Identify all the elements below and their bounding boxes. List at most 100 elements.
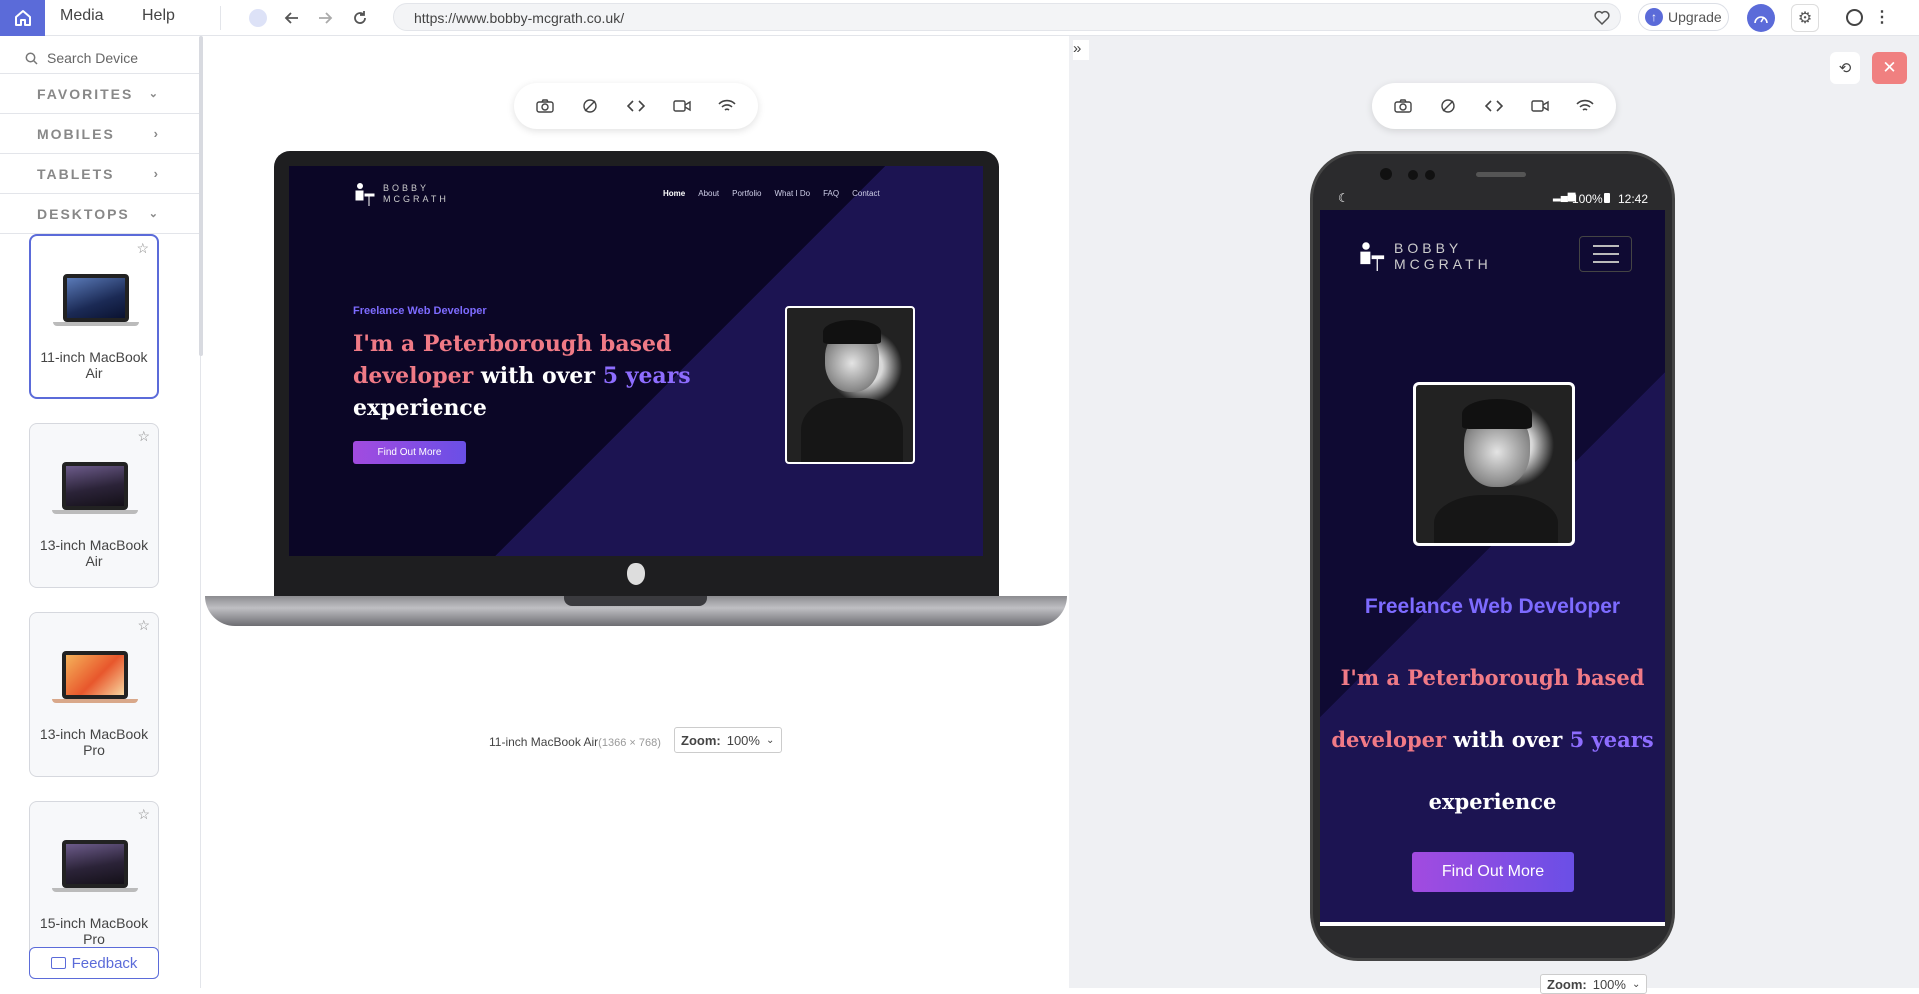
laptop-hinge <box>564 596 707 606</box>
close-button[interactable]: ✕ <box>1872 52 1907 84</box>
hamburger-menu-button[interactable] <box>1579 236 1632 272</box>
chevron-right-icon: › <box>153 126 160 141</box>
category-label: FAVORITES <box>37 85 134 102</box>
device-card-11-macbook-air[interactable]: ☆ 11-inch MacBook Air <box>29 234 159 399</box>
upgrade-icon: ↑ <box>1645 8 1663 26</box>
device-card-13-macbook-pro[interactable]: ☆ 13-inch MacBook Pro <box>29 612 159 777</box>
record-button[interactable] <box>1520 86 1560 126</box>
devtools-button[interactable] <box>1474 86 1514 126</box>
find-out-more-button[interactable]: Find Out More <box>1412 852 1574 892</box>
laptop-thumbnail <box>52 462 138 524</box>
laptop-thumbnail <box>53 274 139 336</box>
nav-home[interactable]: Home <box>663 189 685 198</box>
menu-help[interactable]: Help <box>142 7 175 25</box>
logo-line2: MCGRATH <box>1394 256 1492 272</box>
zoom-label: Zoom: <box>1547 976 1587 992</box>
site-logo[interactable]: BOBBY MCGRATH <box>353 182 449 206</box>
nav-faq[interactable]: FAQ <box>823 189 839 198</box>
category-favorites[interactable]: FAVORITES ⌄ <box>0 74 200 114</box>
star-icon[interactable]: ☆ <box>136 240 149 257</box>
video-icon <box>1530 100 1549 112</box>
record-button[interactable] <box>662 86 702 126</box>
back-arrow-icon[interactable] <box>281 7 303 29</box>
network-button[interactable] <box>707 86 747 126</box>
rotate-button[interactable] <box>1428 86 1468 126</box>
logo-line1: BOBBY <box>383 183 430 193</box>
chevron-right-icon: › <box>153 166 160 181</box>
find-out-more-button[interactable]: Find Out More <box>353 441 466 464</box>
sidebar-scrollbar[interactable] <box>199 36 203 356</box>
search-input[interactable]: Search Device <box>47 50 138 66</box>
forward-arrow-icon[interactable] <box>314 7 336 29</box>
device-resolution: (1366 × 768) <box>598 737 661 749</box>
laptop-device-label: 11-inch MacBook Air(1366 × 768) <box>489 735 661 749</box>
star-icon[interactable]: ☆ <box>137 617 150 634</box>
divider <box>220 6 221 30</box>
reload-icon[interactable] <box>349 7 371 29</box>
profile-icon[interactable] <box>1846 9 1863 26</box>
phone-viewport[interactable]: BOBBY MCGRATH Freelance Web Developer I'… <box>1320 210 1665 922</box>
more-menu-icon[interactable]: ⋮ <box>1874 7 1890 27</box>
headline-part: experience <box>1428 789 1557 814</box>
headline-part: with over <box>480 363 596 389</box>
site-logo[interactable]: BOBBY MCGRATH <box>1357 240 1492 272</box>
device-name-label: 11-inch MacBook Air <box>489 735 599 749</box>
device-card-13-macbook-air[interactable]: ☆ 13-inch MacBook Air <box>29 423 159 588</box>
device-card-15-macbook-pro[interactable]: ☆ 15-inch MacBook Pro <box>29 801 159 966</box>
nav-portfolio[interactable]: Portfolio <box>732 189 761 198</box>
logo-line2: MCGRATH <box>383 194 449 204</box>
settings-icon[interactable]: ⚙ <box>1791 4 1819 32</box>
speed-test-icon[interactable] <box>1747 4 1775 32</box>
device-search[interactable]: Search Device <box>0 42 200 74</box>
url-bar[interactable]: https://www.bobby-mcgrath.co.uk/ <box>393 3 1621 31</box>
nav-contact[interactable]: Contact <box>852 189 880 198</box>
hamburger-icon <box>1592 253 1619 255</box>
laptop-thumbnail <box>52 651 138 713</box>
sync-button[interactable]: ⟲ <box>1830 52 1860 84</box>
logo-desk-icon <box>355 183 375 206</box>
category-desktops[interactable]: DESKTOPS ⌄ <box>0 194 200 234</box>
heart-icon[interactable] <box>1594 10 1610 25</box>
video-icon <box>672 100 691 112</box>
nav-about[interactable]: About <box>698 189 719 198</box>
info-icon[interactable] <box>247 7 269 29</box>
category-label: DESKTOPS <box>37 205 130 222</box>
feedback-button[interactable]: Feedback <box>29 947 159 979</box>
laptop-zoom-select[interactable]: Zoom: 100% ⌄ <box>674 727 782 753</box>
network-button[interactable] <box>1565 86 1605 126</box>
feedback-label: Feedback <box>71 954 138 972</box>
url-text: https://www.bobby-mcgrath.co.uk/ <box>414 10 625 26</box>
phone-speaker <box>1476 172 1526 177</box>
screenshot-button[interactable] <box>1383 86 1423 126</box>
category-mobiles[interactable]: MOBILES › <box>0 114 200 154</box>
nav-what-i-do[interactable]: What I Do <box>775 189 811 198</box>
camera-icon <box>1394 99 1412 113</box>
screenshot-button[interactable] <box>525 86 565 126</box>
code-icon <box>1484 100 1503 112</box>
logo-line1: BOBBY <box>1394 240 1463 256</box>
chevron-down-icon: ⌄ <box>148 208 160 220</box>
collapse-pane-icon[interactable]: » <box>1073 40 1089 60</box>
headline-part: developer <box>353 363 474 389</box>
hero-headline: I'm a Peterborough based developer with … <box>1320 647 1665 833</box>
phone-zoom-select[interactable]: Zoom: 100% ⌄ <box>1540 974 1647 994</box>
laptop-thumbnail <box>52 840 138 902</box>
zoom-value: 100% <box>1592 976 1626 992</box>
laptop-viewport[interactable]: BOBBY MCGRATH Home About Portfolio What … <box>289 166 983 556</box>
category-tablets[interactable]: TABLETS › <box>0 154 200 194</box>
star-icon[interactable]: ☆ <box>137 428 150 445</box>
menu-media[interactable]: Media <box>60 7 104 25</box>
rotate-button[interactable] <box>570 86 610 126</box>
battery-level: 100% <box>1572 192 1603 206</box>
upgrade-button[interactable]: ↑ Upgrade <box>1638 3 1729 31</box>
code-icon <box>626 100 645 112</box>
home-button[interactable] <box>0 0 45 36</box>
devtools-button[interactable] <box>616 86 656 126</box>
headline-part: 5 years <box>602 363 691 389</box>
chevron-down-icon: ⌄ <box>765 734 775 746</box>
camera-icon <box>536 99 554 113</box>
headline-part: I'm a Peterborough based <box>353 331 672 357</box>
chat-icon <box>50 957 66 969</box>
star-icon[interactable]: ☆ <box>137 806 150 823</box>
device-name: 13-inch MacBook Pro <box>39 726 149 758</box>
